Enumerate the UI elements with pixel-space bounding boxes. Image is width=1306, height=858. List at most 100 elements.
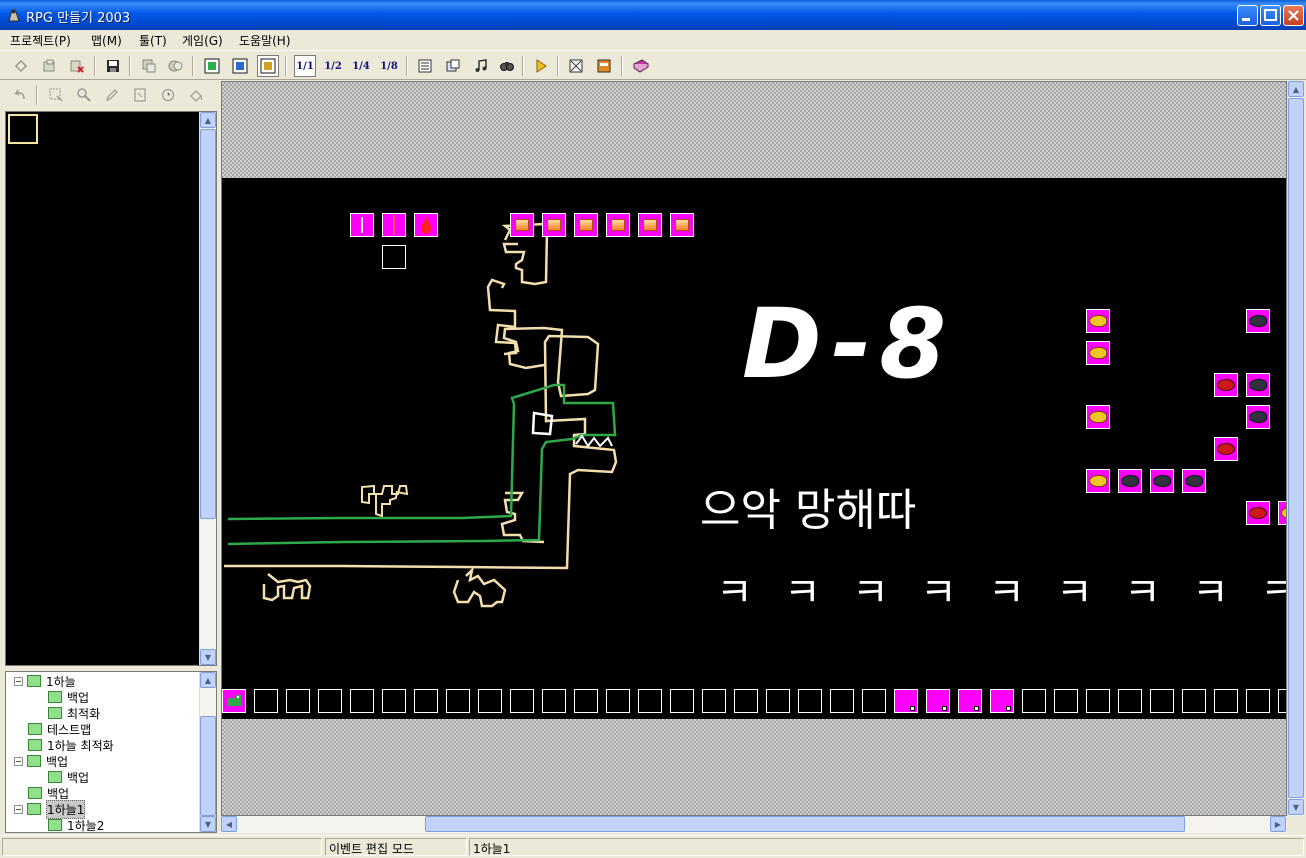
empty-event-tile[interactable] bbox=[1022, 689, 1046, 713]
title-icon[interactable] bbox=[593, 55, 615, 77]
empty-event-tile[interactable] bbox=[574, 689, 598, 713]
empty-event-tile[interactable] bbox=[478, 689, 502, 713]
empty-event-tile[interactable] bbox=[734, 689, 758, 713]
zoom-1-2-button[interactable]: 1/2 bbox=[322, 55, 344, 77]
map-tree-item[interactable]: 테스트맵 bbox=[28, 721, 91, 737]
map-layer2-icon[interactable] bbox=[229, 55, 251, 77]
play-test-icon[interactable] bbox=[530, 55, 552, 77]
database-icon[interactable] bbox=[414, 55, 436, 77]
palette-scrollbar[interactable]: ▲ ▼ bbox=[199, 112, 216, 665]
event-tile[interactable] bbox=[382, 213, 406, 237]
event-tile[interactable] bbox=[542, 213, 566, 237]
map-tree-item[interactable]: −1하늘1 bbox=[14, 799, 86, 819]
menu-game[interactable]: 게임(G) bbox=[182, 32, 223, 49]
fish-event[interactable] bbox=[1214, 437, 1238, 461]
lower-layer-icon[interactable] bbox=[138, 55, 160, 77]
empty-event-tile[interactable] bbox=[254, 689, 278, 713]
empty-event-tile[interactable] bbox=[702, 689, 726, 713]
player-start-event[interactable] bbox=[222, 689, 246, 713]
empty-event-tile[interactable] bbox=[414, 689, 438, 713]
fullscreen-icon[interactable] bbox=[565, 55, 587, 77]
empty-event-tile[interactable] bbox=[862, 689, 886, 713]
fish-event[interactable] bbox=[1118, 469, 1142, 493]
menu-help[interactable]: 도움말(H) bbox=[239, 32, 291, 49]
empty-event-tile[interactable] bbox=[798, 689, 822, 713]
scroll-thumb[interactable] bbox=[425, 816, 1185, 832]
event-tile[interactable] bbox=[606, 213, 630, 237]
open-project-icon[interactable] bbox=[38, 55, 60, 77]
empty-event-tile[interactable] bbox=[1150, 689, 1174, 713]
scroll-thumb[interactable] bbox=[1288, 98, 1304, 798]
fish-event[interactable] bbox=[1246, 309, 1270, 333]
tile-palette[interactable] bbox=[5, 111, 217, 666]
fish-event[interactable] bbox=[1086, 309, 1110, 333]
empty-event-tile[interactable] bbox=[1246, 689, 1270, 713]
map-tree-item[interactable]: 백업 bbox=[48, 769, 89, 785]
scroll-down-button[interactable]: ▼ bbox=[1288, 799, 1304, 815]
empty-event-tile[interactable] bbox=[1182, 689, 1206, 713]
close-project-icon[interactable] bbox=[66, 55, 88, 77]
empty-event-tile[interactable] bbox=[1214, 689, 1238, 713]
fish-event[interactable] bbox=[1246, 373, 1270, 397]
scroll-up-button[interactable]: ▲ bbox=[1288, 81, 1304, 97]
tree-collapse-toggle[interactable]: − bbox=[14, 804, 23, 814]
fish-event[interactable] bbox=[1182, 469, 1206, 493]
zoom-1-4-button[interactable]: 1/4 bbox=[350, 55, 372, 77]
event-layer-icon[interactable] bbox=[257, 55, 279, 77]
material-icon[interactable] bbox=[442, 55, 464, 77]
select-icon[interactable] bbox=[46, 85, 66, 105]
zoom-1-8-button[interactable]: 1/8 bbox=[378, 55, 400, 77]
empty-event-tile[interactable] bbox=[446, 689, 470, 713]
event-tile[interactable] bbox=[574, 213, 598, 237]
map-vertical-scrollbar[interactable]: ▲ ▼ bbox=[1287, 81, 1304, 816]
map-horizontal-scrollbar[interactable]: ◀ ▶ bbox=[221, 816, 1287, 833]
map-tree-item[interactable]: 1하늘2 bbox=[48, 817, 104, 832]
scroll-left-button[interactable]: ◀ bbox=[221, 816, 237, 832]
zoom-icon[interactable] bbox=[74, 85, 94, 105]
event-tile[interactable] bbox=[990, 689, 1014, 713]
empty-event-tile[interactable] bbox=[1086, 689, 1110, 713]
scroll-thumb[interactable] bbox=[200, 129, 216, 519]
zoom-1-1-button[interactable]: 1/1 bbox=[294, 55, 316, 77]
tree-scrollbar[interactable]: ▲ ▼ bbox=[199, 672, 216, 832]
event-tile[interactable] bbox=[894, 689, 918, 713]
fish-event[interactable] bbox=[1246, 405, 1270, 429]
fish-event[interactable] bbox=[1278, 501, 1286, 525]
map-tree-item[interactable]: − 1하늘 bbox=[14, 673, 76, 689]
undo-icon[interactable] bbox=[10, 85, 30, 105]
scroll-up-button[interactable]: ▲ bbox=[200, 672, 216, 688]
fish-event[interactable] bbox=[1150, 469, 1174, 493]
map-tree-item[interactable]: 1하늘 최적화 bbox=[28, 737, 114, 753]
scroll-down-button[interactable]: ▼ bbox=[200, 649, 216, 665]
fish-event[interactable] bbox=[1214, 373, 1238, 397]
empty-event-tile[interactable] bbox=[1278, 689, 1286, 713]
empty-event-tile[interactable] bbox=[542, 689, 566, 713]
event-tile[interactable] bbox=[638, 213, 662, 237]
fish-event[interactable] bbox=[1086, 469, 1110, 493]
empty-event-tile[interactable] bbox=[382, 689, 406, 713]
pencil-icon[interactable] bbox=[102, 85, 122, 105]
map-canvas[interactable]: D-8 으악 망해따 ㅋㅋㅋㅋㅋㅋㅋㅋㅋ bbox=[222, 178, 1286, 719]
fish-event[interactable] bbox=[1086, 341, 1110, 365]
menu-project[interactable]: 프로젝트(P) bbox=[10, 32, 71, 49]
empty-event-tile[interactable] bbox=[670, 689, 694, 713]
tree-collapse-toggle[interactable]: − bbox=[14, 756, 23, 766]
fish-event[interactable] bbox=[1086, 405, 1110, 429]
empty-event-tile[interactable] bbox=[766, 689, 790, 713]
search-icon[interactable] bbox=[496, 55, 518, 77]
map-tree-item[interactable]: 최적화 bbox=[48, 705, 100, 721]
empty-event-tile[interactable] bbox=[1054, 689, 1078, 713]
empty-event-tile[interactable] bbox=[510, 689, 534, 713]
empty-event-tile[interactable] bbox=[286, 689, 310, 713]
event-tile[interactable] bbox=[510, 213, 534, 237]
rectangle-icon[interactable] bbox=[130, 85, 150, 105]
new-project-icon[interactable] bbox=[10, 55, 32, 77]
empty-event-tile[interactable] bbox=[382, 245, 406, 269]
empty-event-tile[interactable] bbox=[638, 689, 662, 713]
map-layer1-icon[interactable] bbox=[201, 55, 223, 77]
menu-map[interactable]: 맵(M) bbox=[91, 32, 122, 49]
empty-event-tile[interactable] bbox=[830, 689, 854, 713]
maximize-button[interactable] bbox=[1260, 5, 1281, 26]
menu-tools[interactable]: 툴(T) bbox=[139, 32, 167, 49]
map-viewport[interactable]: D-8 으악 망해따 ㅋㅋㅋㅋㅋㅋㅋㅋㅋ bbox=[221, 81, 1287, 816]
